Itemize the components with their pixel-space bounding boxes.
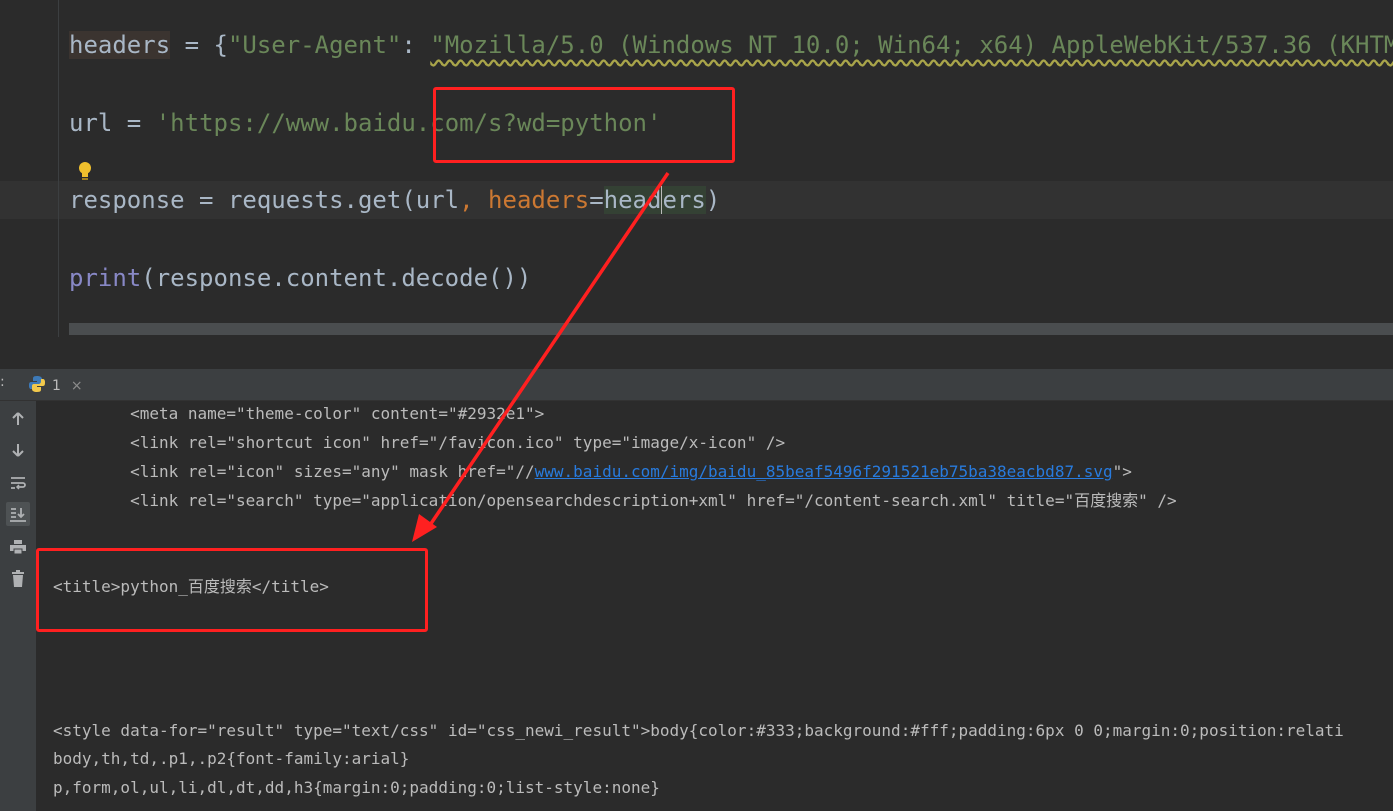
- trash-icon[interactable]: [6, 567, 30, 591]
- code-line-response[interactable]: response = requests.get(url, headers=hea…: [69, 182, 720, 218]
- comma: ,: [459, 186, 489, 214]
- requests-call: = requests.get(url: [184, 186, 460, 214]
- annotation-box-url: [433, 87, 735, 163]
- dict-key: "User-Agent": [227, 31, 402, 59]
- console-line: <link rel="search" type="application/ope…: [53, 491, 1177, 510]
- operator: =: [112, 109, 156, 137]
- argument-value-b: ers: [662, 186, 706, 214]
- console-line: <style data-for="result" type="text/css"…: [53, 721, 1344, 740]
- identifier-url: url: [69, 109, 113, 137]
- operator: = {: [170, 31, 228, 59]
- run-tab-1[interactable]: 1 ×: [28, 374, 83, 398]
- horizontal-scrollbar[interactable]: [69, 323, 1393, 335]
- soft-wrap-icon[interactable]: [6, 471, 30, 495]
- builtin-print: print: [69, 264, 142, 292]
- user-agent-string: "Mozilla/5.0 (Windows NT 10.0; Win64; x6…: [430, 31, 1393, 59]
- arrow-down-icon[interactable]: [6, 438, 30, 462]
- console-line: body,th,td,.p1,.p2{font-family:arial}: [53, 749, 410, 768]
- console-line: p,form,ol,ul,li,dl,dt,dd,h3{margin:0;pad…: [53, 778, 660, 797]
- close-icon[interactable]: ×: [71, 378, 83, 394]
- scroll-to-end-icon[interactable]: [6, 502, 30, 526]
- python-icon: [28, 375, 46, 397]
- argument-value-a: head: [603, 186, 662, 214]
- console-line: <meta name="theme-color" content="#2932e…: [53, 404, 545, 423]
- run-tool-window-header: [0, 369, 1393, 401]
- colon: :: [401, 31, 431, 59]
- close-paren: ): [705, 186, 721, 214]
- run-label-colon: :: [0, 374, 5, 390]
- code-line-print[interactable]: print(response.content.decode()): [69, 260, 531, 296]
- console-line-suffix: ">: [1112, 462, 1132, 481]
- panel-separator: [0, 337, 1393, 369]
- code-line-headers[interactable]: headers = {"User-Agent": "Mozilla/5.0 (W…: [69, 27, 1393, 63]
- code-editor[interactable]: headers = {"User-Agent": "Mozilla/5.0 (W…: [0, 0, 1393, 337]
- console-toolbar: [0, 401, 36, 811]
- print-icon[interactable]: [6, 535, 30, 559]
- equals: =: [589, 186, 604, 214]
- console-link[interactable]: www.baidu.com/img/baidu_85beaf5496f29152…: [535, 462, 1113, 481]
- console-line: <link rel="shortcut icon" href="/favicon…: [53, 433, 786, 452]
- lightbulb-icon[interactable]: [77, 161, 93, 181]
- identifier-response: response: [69, 186, 185, 214]
- print-args: (response.content.decode()): [141, 264, 532, 292]
- arrow-up-icon[interactable]: [6, 407, 30, 431]
- console-line-prefix: <link rel="icon" sizes="any" mask href="…: [53, 462, 535, 481]
- run-tab-label: 1: [52, 378, 61, 394]
- identifier-headers: headers: [69, 31, 171, 59]
- keyword-argument: headers: [488, 186, 590, 214]
- gutter-divider: [58, 0, 59, 337]
- annotation-box-title: [36, 548, 428, 632]
- console-line: <link rel="icon" sizes="any" mask href="…: [53, 461, 1132, 483]
